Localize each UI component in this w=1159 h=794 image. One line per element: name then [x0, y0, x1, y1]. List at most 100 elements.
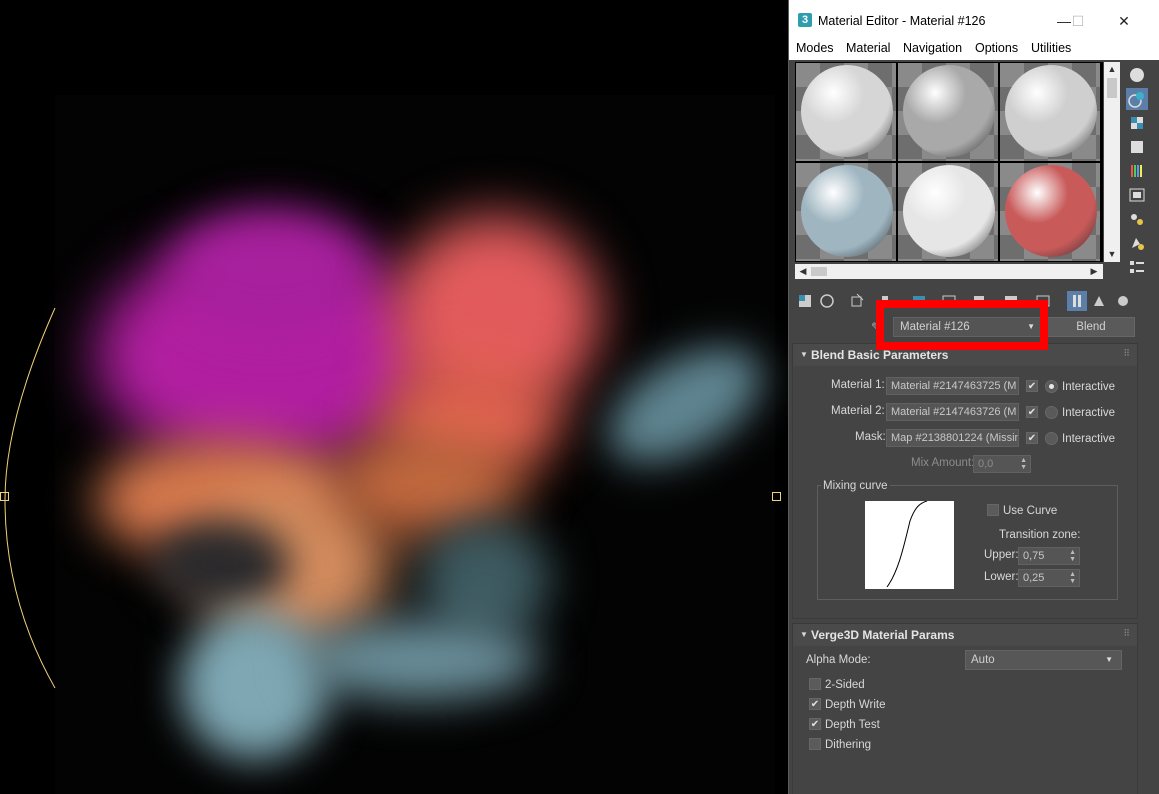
alpha-mode-dropdown[interactable]: Auto ▼: [965, 650, 1122, 670]
material-preview-sphere: [801, 65, 893, 157]
material-sample-slot[interactable]: [796, 63, 896, 161]
lower-value: 0,25: [1023, 572, 1045, 584]
slots-vertical-scrollbar[interactable]: ▲ ▼: [1104, 62, 1120, 262]
material-sample-slot[interactable]: [898, 163, 998, 261]
collapse-triangle-icon: ▼: [800, 350, 808, 359]
collapse-triangle-icon: ▼: [800, 630, 808, 639]
material1-interactive-label: Interactive: [1062, 381, 1116, 393]
video-color-check-icon[interactable]: [1126, 160, 1148, 182]
slots-horizontal-scrollbar[interactable]: ◀ ▶: [795, 264, 1103, 279]
material1-label: Material 1:: [831, 379, 885, 391]
transition-zone-label: Transition zone:: [999, 529, 1081, 541]
upper-value: 0,75: [1023, 550, 1045, 562]
mix-amount-spinner[interactable]: 0,0 ▲ ▼: [973, 455, 1031, 473]
mask-enable-checkbox[interactable]: ✔: [1026, 432, 1038, 444]
material1-interactive-radio[interactable]: [1045, 380, 1058, 393]
selection-arc-gizmo[interactable]: [0, 300, 60, 700]
backlight-icon[interactable]: [1126, 88, 1148, 110]
material-sample-slot[interactable]: [796, 163, 896, 261]
menu-modes[interactable]: Modes: [796, 41, 834, 55]
background-checker-icon[interactable]: [1126, 112, 1148, 134]
mask-interactive-label: Interactive: [1062, 433, 1116, 445]
scroll-left-icon[interactable]: ◀: [795, 264, 811, 279]
material-type-button[interactable]: Blend: [1047, 317, 1135, 337]
menu-utilities[interactable]: Utilities: [1031, 41, 1071, 55]
menu-material[interactable]: Material: [846, 41, 890, 55]
mask-map-button[interactable]: Map #2138801224 (Missin: [886, 429, 1019, 447]
go-forward-to-sibling-icon[interactable]: [1089, 291, 1109, 311]
material-sample-slot[interactable]: [898, 63, 998, 161]
scroll-thumb-h[interactable]: [811, 267, 827, 276]
rollout-title: Blend Basic Parameters: [811, 348, 949, 362]
get-material-icon[interactable]: [795, 291, 815, 311]
two-sided-checkbox[interactable]: [809, 678, 821, 690]
close-button[interactable]: ✕: [1109, 9, 1139, 33]
sample-uv-tiling-icon[interactable]: [1126, 136, 1148, 158]
menu-options[interactable]: Options: [975, 41, 1018, 55]
drag-handle-icon[interactable]: ⠿: [1123, 628, 1130, 639]
material2-enable-checkbox[interactable]: ✔: [1026, 406, 1038, 418]
sample-type-sphere-icon[interactable]: [1126, 64, 1148, 86]
scroll-right-icon[interactable]: ▶: [1086, 264, 1102, 279]
maximize-button[interactable]: ☐: [1063, 9, 1093, 33]
selection-handle-left[interactable]: [0, 492, 9, 501]
material-sample-slot[interactable]: [1000, 163, 1100, 261]
render-blob-dark: [150, 520, 290, 610]
material2-interactive-label: Interactive: [1062, 407, 1116, 419]
depth-test-label: Depth Test: [825, 719, 880, 731]
sample-slots-grid: [795, 62, 1103, 262]
title-bar[interactable]: 3 Material Editor - Material #126 — ☐ ✕: [789, 0, 1159, 38]
mask-interactive-radio[interactable]: [1045, 432, 1058, 445]
material-preview-sphere: [1005, 65, 1097, 157]
scroll-up-icon[interactable]: ▲: [1104, 62, 1120, 77]
blend-basic-parameters-rollout: ▼ Blend Basic Parameters ⠿ Material 1: M…: [792, 343, 1138, 619]
side-toolbar: [1122, 62, 1156, 282]
options-icon[interactable]: [1126, 208, 1148, 230]
rollout-header[interactable]: ▼ Verge3D Material Params ⠿: [793, 624, 1137, 646]
selection-handle-right[interactable]: [772, 492, 781, 501]
select-by-material-icon[interactable]: [1126, 232, 1148, 254]
mix-amount-value: 0,0: [978, 458, 994, 470]
menu-bar: Modes Material Navigation Options Utilit…: [789, 38, 1159, 60]
pick-material-from-object-icon[interactable]: [1113, 291, 1133, 311]
material-preview-sphere: [903, 65, 995, 157]
menu-navigation[interactable]: Navigation: [903, 41, 962, 55]
alpha-mode-value: Auto: [971, 654, 995, 666]
drag-handle-icon[interactable]: ⠿: [1123, 348, 1130, 359]
material2-button[interactable]: Material #2147463726 (M: [886, 403, 1019, 421]
depth-write-checkbox[interactable]: ✔: [809, 698, 821, 710]
dithering-checkbox[interactable]: [809, 738, 821, 750]
use-curve-checkbox[interactable]: [987, 504, 999, 516]
spinner-arrows-icon[interactable]: ▲ ▼: [1020, 457, 1027, 471]
material1-enable-checkbox[interactable]: ✔: [1026, 380, 1038, 392]
upper-spinner[interactable]: 0,75 ▲ ▼: [1018, 547, 1080, 565]
two-sided-label: 2-Sided: [825, 679, 865, 691]
put-material-to-scene-icon[interactable]: [817, 291, 837, 311]
highlight-box: [876, 300, 1048, 350]
assign-material-icon[interactable]: [847, 291, 867, 311]
verge3d-material-params-rollout: ▼ Verge3D Material Params ⠿ Alpha Mode: …: [792, 623, 1138, 794]
depth-test-checkbox[interactable]: ✔: [809, 718, 821, 730]
dithering-label: Dithering: [825, 739, 872, 751]
spinner-arrows-icon[interactable]: ▲ ▼: [1069, 571, 1076, 585]
mix-amount-label: Mix Amount:: [911, 457, 975, 469]
scroll-down-icon[interactable]: ▼: [1104, 247, 1120, 262]
lower-spinner[interactable]: 0,25 ▲ ▼: [1018, 569, 1080, 587]
viewport[interactable]: [0, 0, 788, 794]
material-preview-sphere: [801, 165, 893, 257]
mixing-curve-graph: [865, 501, 954, 589]
material-editor-window: 3 Material Editor - Material #126 — ☐ ✕ …: [788, 0, 1159, 794]
rollout-title: Verge3D Material Params: [811, 628, 955, 642]
go-to-parent-icon[interactable]: [1067, 291, 1087, 311]
use-curve-label: Use Curve: [1003, 505, 1058, 517]
material-map-navigator-icon[interactable]: [1126, 256, 1148, 278]
material-sample-slot[interactable]: [1000, 63, 1100, 161]
scroll-thumb[interactable]: [1107, 78, 1117, 98]
make-preview-icon[interactable]: [1126, 184, 1148, 206]
render-blob-cyan: [180, 610, 330, 760]
material-preview-sphere: [903, 165, 995, 257]
material1-button[interactable]: Material #2147463725 (M: [886, 377, 1019, 395]
spinner-arrows-icon[interactable]: ▲ ▼: [1069, 549, 1076, 563]
render-blob-cyan-bottom: [300, 620, 540, 700]
material2-interactive-radio[interactable]: [1045, 406, 1058, 419]
